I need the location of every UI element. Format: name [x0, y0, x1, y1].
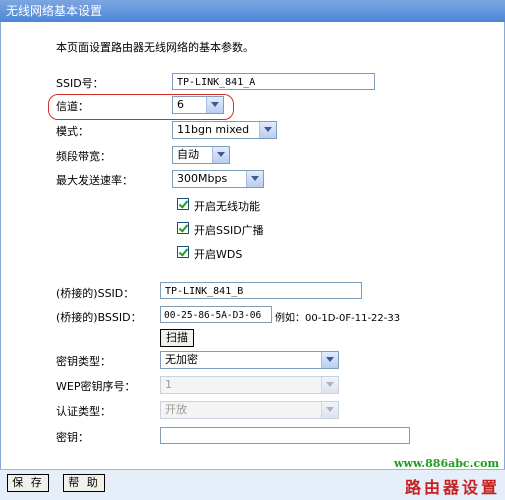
- ssid-broadcast-checkbox[interactable]: [177, 222, 189, 234]
- bandwidth-label: 频段带宽：: [56, 150, 111, 163]
- mode-select[interactable]: 11bgn mixed: [172, 121, 277, 139]
- bridged-bssid-input[interactable]: 00-25-86-5A-D3-06: [160, 306, 272, 323]
- bridged-ssid-input[interactable]: TP-LINK_841_B: [160, 282, 362, 299]
- help-button[interactable]: 帮 助: [63, 474, 105, 492]
- chevron-down-icon: [321, 377, 338, 393]
- key-type-label: 密钥类型：: [56, 355, 111, 368]
- save-button[interactable]: 保 存: [7, 474, 49, 492]
- max-rate-select[interactable]: 300Mbps: [172, 170, 264, 188]
- chevron-down-icon: [206, 97, 223, 113]
- max-rate-label: 最大发送速率：: [56, 174, 133, 187]
- watermark-text: 路由器设置: [405, 478, 501, 497]
- bridged-bssid-label: (桥接的)BSSID：: [56, 311, 142, 324]
- channel-label: 信道：: [56, 100, 89, 113]
- wireless-enable-checkbox[interactable]: [177, 198, 189, 210]
- ssid-broadcast-label: 开启SSID广播: [194, 224, 264, 237]
- chevron-down-icon: [246, 171, 263, 187]
- key-type-value: 无加密: [165, 353, 198, 366]
- bridged-ssid-label: (桥接的)SSID：: [56, 287, 135, 300]
- wep-index-select[interactable]: 1: [160, 376, 339, 394]
- bssid-example: 例如：00-1D-0F-11-22-33: [275, 313, 401, 324]
- wds-enable-label: 开启WDS: [194, 248, 243, 261]
- watermark-url: www.886abc.com: [394, 457, 500, 470]
- chevron-down-icon: [321, 402, 338, 418]
- scan-button[interactable]: 扫描: [160, 329, 194, 347]
- auth-type-select[interactable]: 开放: [160, 401, 339, 419]
- mode-label: 模式：: [56, 125, 89, 138]
- bandwidth-value: 自动: [177, 148, 199, 161]
- intro-text: 本页面设置路由器无线网络的基本参数。: [56, 41, 254, 54]
- key-type-select[interactable]: 无加密: [160, 351, 339, 369]
- mode-value: 11bgn mixed: [177, 123, 250, 136]
- chevron-down-icon: [212, 147, 229, 163]
- wireless-enable-label: 开启无线功能: [194, 200, 260, 213]
- wds-enable-checkbox[interactable]: [177, 246, 189, 258]
- window-title: 无线网络基本设置: [6, 4, 103, 18]
- bandwidth-select[interactable]: 自动: [172, 146, 230, 164]
- chevron-down-icon: [321, 352, 338, 368]
- ssid-label: SSID号：: [56, 77, 104, 90]
- ssid-input[interactable]: TP-LINK_841_A: [172, 73, 375, 90]
- chevron-down-icon: [259, 122, 276, 138]
- auth-type-label: 认证类型：: [56, 405, 111, 418]
- auth-type-value: 开放: [165, 403, 187, 416]
- max-rate-value: 300Mbps: [177, 172, 228, 185]
- key-label: 密钥：: [56, 431, 89, 444]
- key-input[interactable]: [160, 427, 410, 444]
- channel-value: 6: [177, 98, 184, 111]
- channel-select[interactable]: 6: [172, 96, 224, 114]
- wep-index-value: 1: [165, 378, 172, 391]
- window-title-bar: 无线网络基本设置: [0, 0, 505, 22]
- wep-index-label: WEP密钥序号：: [56, 380, 136, 393]
